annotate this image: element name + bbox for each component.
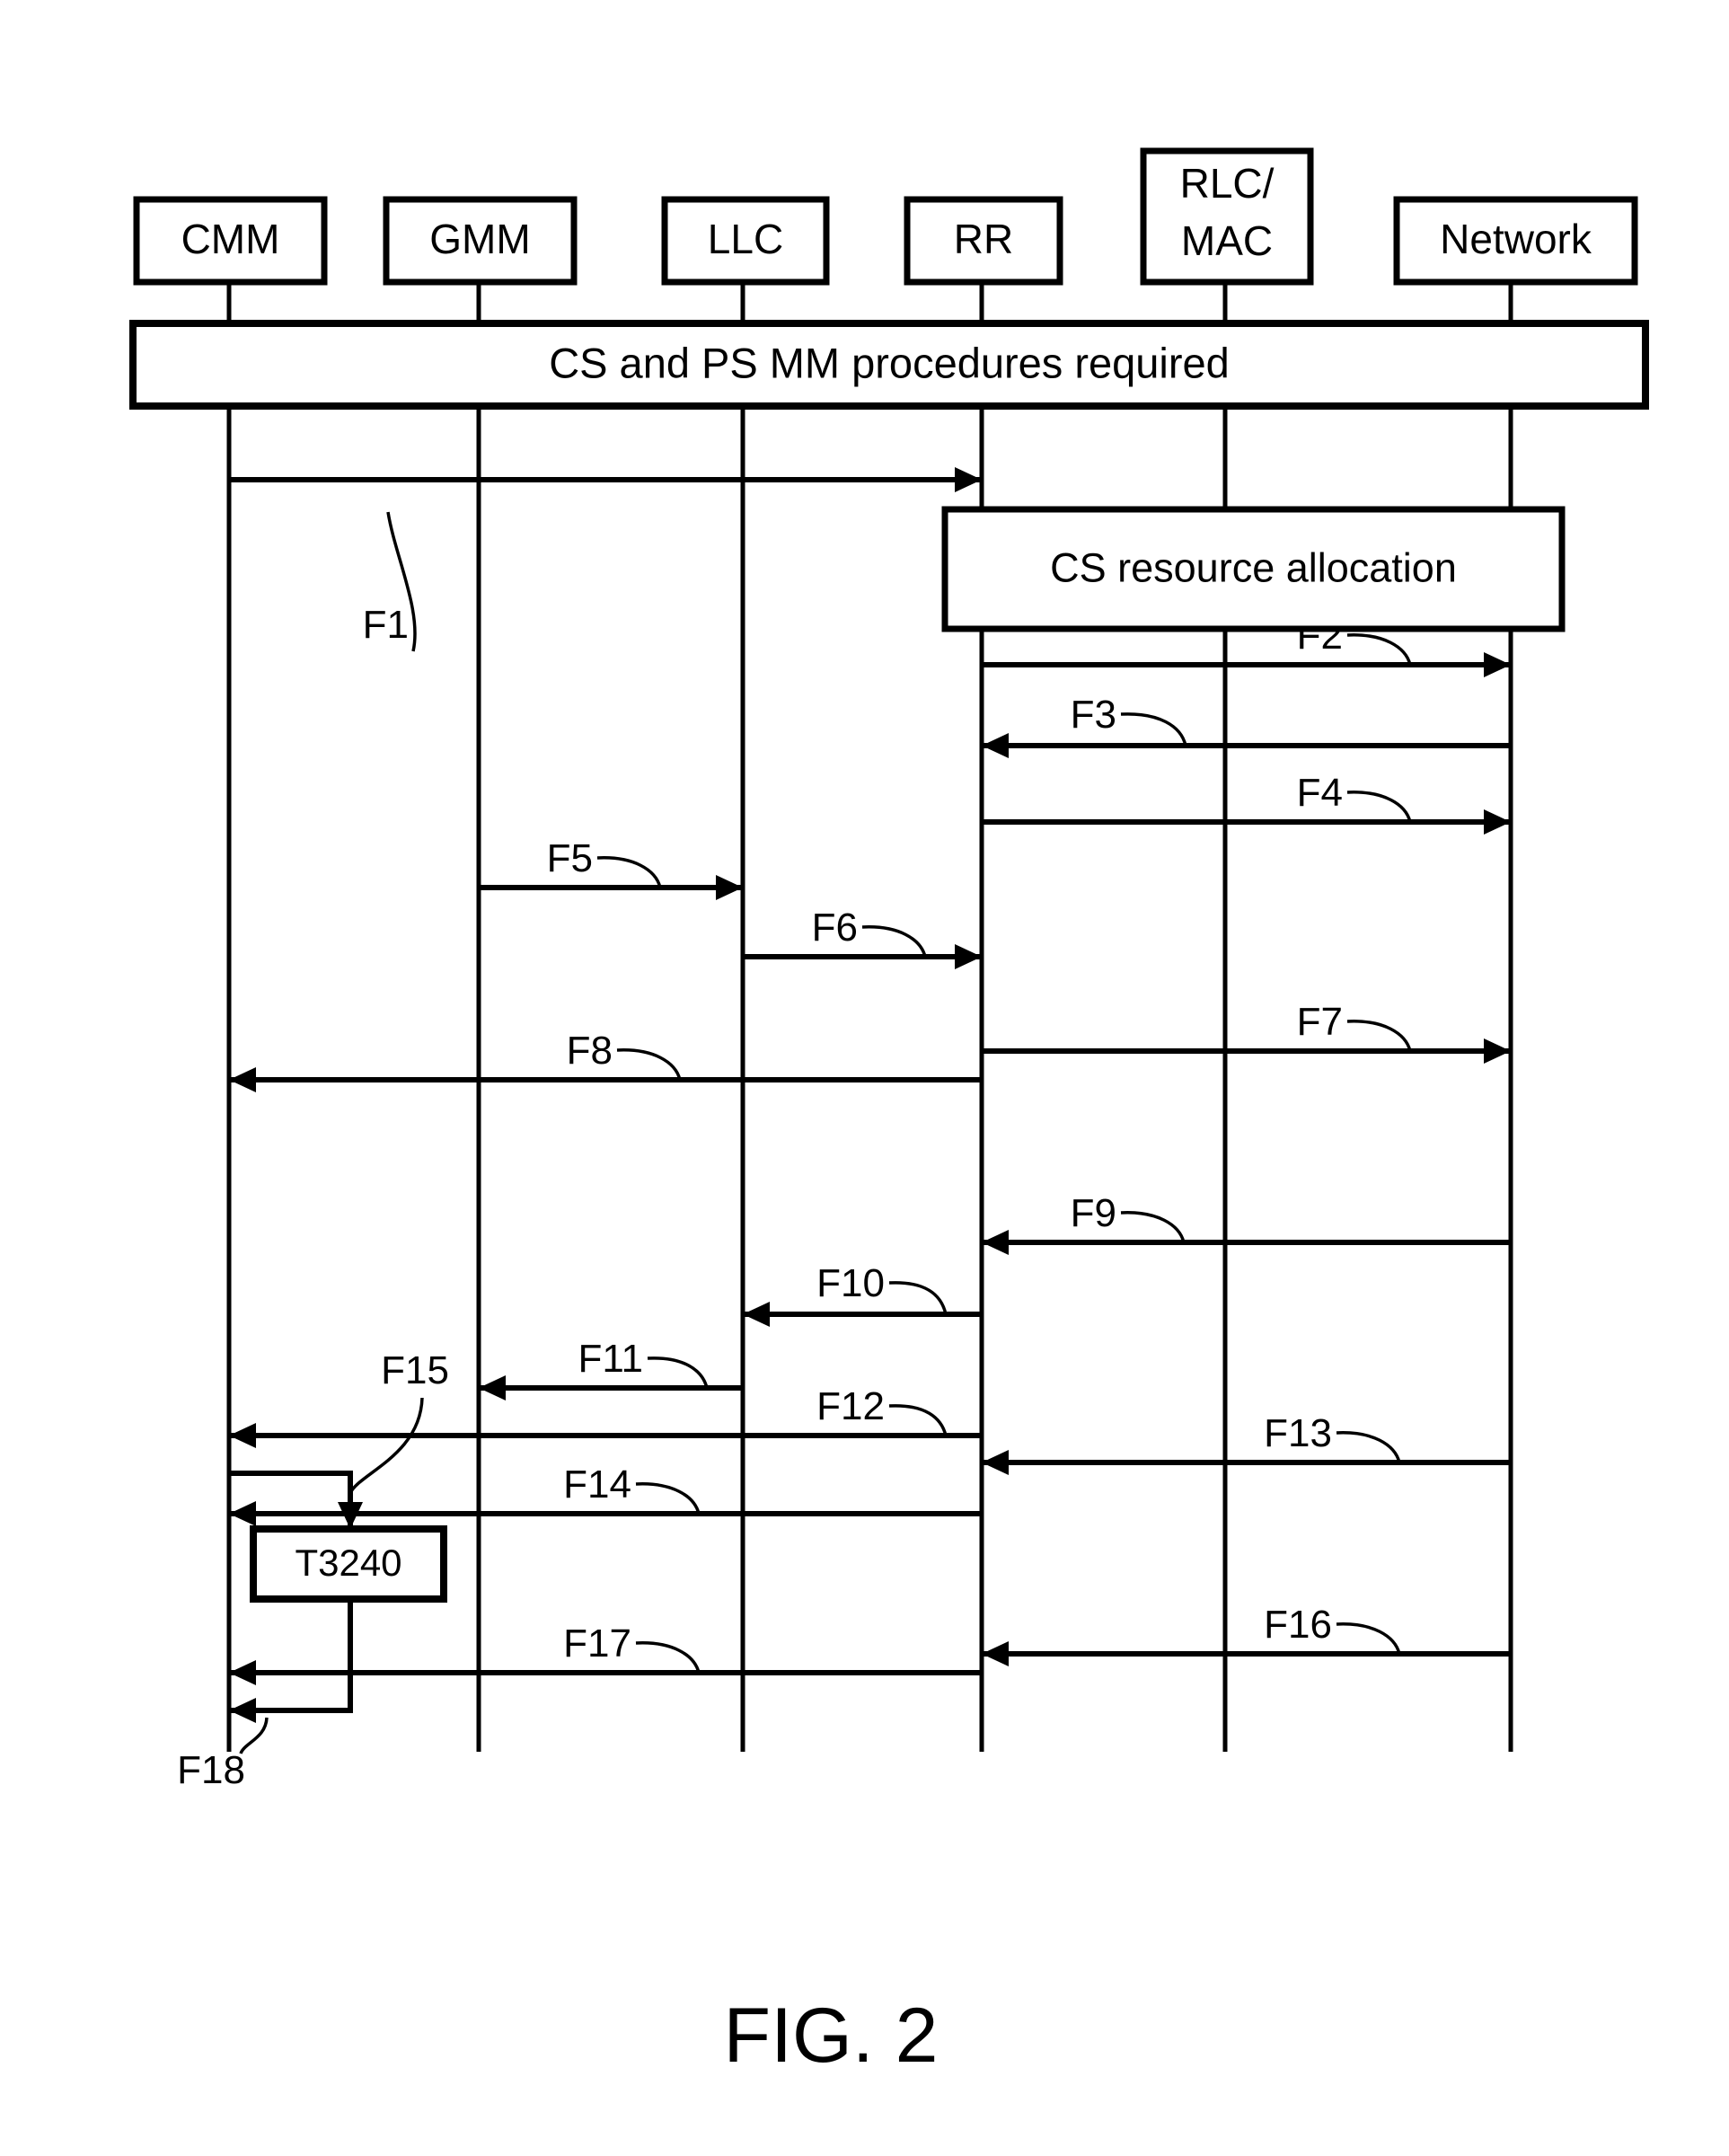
message-F7: F7: [982, 1000, 1511, 1064]
leader-F15: [348, 1397, 424, 1494]
arrowhead-F17: [229, 1660, 256, 1685]
message-F4: F4: [982, 771, 1511, 835]
message-F3: F3: [982, 693, 1511, 758]
arrowhead-F14: [229, 1501, 256, 1526]
lane-llc[interactable]: LLC: [661, 196, 830, 286]
arrowhead-F7: [1484, 1038, 1511, 1064]
subboxes-group: CS resource allocation: [941, 506, 1566, 632]
lane-label-cmm: CMM: [181, 216, 280, 262]
arrowhead-F1: [955, 467, 982, 492]
lane-label2-rlcmac: MAC: [1181, 217, 1273, 264]
arrowhead-F8: [229, 1067, 256, 1092]
arrowhead-F9: [982, 1230, 1009, 1255]
arrowhead-F18: [229, 1698, 256, 1723]
message-F18: F18: [177, 1599, 353, 1792]
lane-cmm[interactable]: CMM: [133, 196, 328, 286]
leader-F8: [616, 1048, 682, 1081]
message-F8: F8: [229, 1029, 982, 1092]
leader-F5: [596, 856, 662, 888]
lane-rr[interactable]: RR: [904, 196, 1063, 286]
message-label-F10: F10: [816, 1261, 885, 1305]
figure-caption: FIG. 2: [724, 1993, 939, 2079]
message-label-F14: F14: [563, 1462, 631, 1507]
timer-t3240: T3240: [250, 1525, 447, 1603]
arrowhead-F13: [982, 1450, 1009, 1475]
arrowhead-F6: [955, 944, 982, 969]
lane-rlcmac[interactable]: RLC/MAC: [1140, 147, 1314, 286]
arrowhead-F10: [743, 1302, 770, 1327]
message-label-F4: F4: [1297, 771, 1343, 815]
leader-F7: [1346, 1020, 1412, 1052]
leader-F4: [1346, 791, 1412, 823]
message-label-F9: F9: [1071, 1191, 1116, 1235]
leader-F11: [647, 1356, 709, 1389]
message-F5: F5: [479, 836, 743, 900]
lane-label-rr: RR: [954, 216, 1013, 262]
message-F15: F15: [229, 1348, 449, 1529]
message-label-F7: F7: [1297, 1000, 1343, 1044]
message-F1: F1: [229, 467, 982, 652]
arrowhead-F12: [229, 1423, 256, 1448]
message-F16: F16: [982, 1603, 1511, 1666]
subbox-cs-resource-allocation: CS resource allocation: [941, 506, 1566, 632]
message-label-F16: F16: [1264, 1603, 1332, 1647]
arrowhead-F11: [479, 1375, 506, 1401]
leader-F16: [1336, 1622, 1401, 1655]
leader-F17: [635, 1641, 701, 1674]
message-F9: F9: [982, 1191, 1511, 1255]
arrowhead-F5: [716, 875, 743, 900]
subbox-label-cs-resource-allocation: CS resource allocation: [1050, 544, 1457, 590]
message-F10: F10: [743, 1261, 982, 1327]
lane-boxes-group: CMM GMM LLC RR RLC/MAC Network: [133, 147, 1638, 286]
arrowhead-F2: [1484, 652, 1511, 677]
message-F6: F6: [743, 906, 982, 969]
arrowhead-F4: [1484, 809, 1511, 835]
message-label-F3: F3: [1071, 693, 1116, 737]
sequence-diagram: CS and PS MM procedures required F1 F2F3F…: [129, 147, 1649, 2079]
leader-F9: [1120, 1211, 1186, 1243]
message-line-F18: [229, 1599, 353, 1713]
message-F12: F12: [229, 1384, 982, 1448]
banner-label: CS and PS MM procedures required: [549, 339, 1230, 386]
message-label-F8: F8: [567, 1029, 613, 1073]
leader-F14: [635, 1482, 701, 1515]
figure-caption-group: FIG. 2: [724, 1993, 939, 2079]
message-label-F13: F13: [1264, 1411, 1332, 1455]
timer-group: T3240: [250, 1525, 447, 1603]
leader-F2: [1346, 633, 1412, 666]
banner-group: CS and PS MM procedures required: [129, 320, 1649, 410]
lane-label-rlcmac: RLC/: [1180, 160, 1275, 207]
message-label-F12: F12: [816, 1384, 885, 1428]
message-label-F6: F6: [812, 906, 858, 950]
leader-F12: [888, 1404, 948, 1436]
message-label-F1: F1: [363, 603, 409, 647]
leader-F3: [1120, 712, 1187, 747]
arrowhead-F16: [982, 1641, 1009, 1666]
lane-label-gmm: GMM: [429, 216, 530, 262]
leader-F10: [888, 1281, 948, 1315]
figure-root: CS and PS MM procedures required F1 F2 F3 F…: [0, 0, 1729, 2156]
lane-network[interactable]: Network: [1393, 196, 1638, 286]
lane-label-network: Network: [1440, 216, 1592, 262]
timer-label: T3240: [295, 1542, 401, 1584]
lane-gmm[interactable]: GMM: [383, 196, 578, 286]
message-label-F11: F11: [578, 1337, 643, 1381]
message-F17: F17: [229, 1621, 982, 1685]
message-label-F18: F18: [177, 1748, 245, 1792]
message-F13: F13: [982, 1411, 1511, 1475]
message-label-F5: F5: [547, 836, 593, 880]
message-label-F15: F15: [381, 1348, 449, 1392]
message-F11: F11: [479, 1337, 743, 1401]
lane-label-llc: LLC: [708, 216, 783, 262]
message-label-F17: F17: [563, 1621, 631, 1666]
arrowhead-F3: [982, 733, 1009, 758]
leader-F13: [1336, 1431, 1401, 1463]
leader-F6: [861, 925, 927, 958]
